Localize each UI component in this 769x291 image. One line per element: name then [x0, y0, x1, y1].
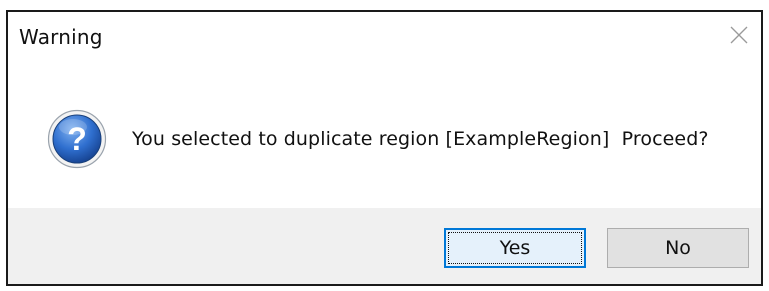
- yes-button[interactable]: Yes: [444, 228, 586, 268]
- question-icon: ?: [47, 109, 107, 169]
- close-button[interactable]: [717, 12, 761, 58]
- title-bar[interactable]: Warning: [8, 12, 761, 64]
- dialog-message: You selected to duplicate region [Exampl…: [132, 128, 709, 150]
- no-button[interactable]: No: [607, 228, 749, 268]
- svg-text:?: ?: [67, 121, 87, 157]
- dialog-footer: Yes No: [8, 208, 761, 284]
- dialog-title: Warning: [19, 25, 103, 49]
- yes-button-label: Yes: [499, 237, 531, 259]
- no-button-label: No: [665, 237, 691, 259]
- close-icon: [729, 25, 749, 45]
- warning-dialog: Warning ? You selected to duplicate regi…: [6, 10, 763, 286]
- dialog-content: ? You selected to duplicate region [Exam…: [8, 64, 761, 210]
